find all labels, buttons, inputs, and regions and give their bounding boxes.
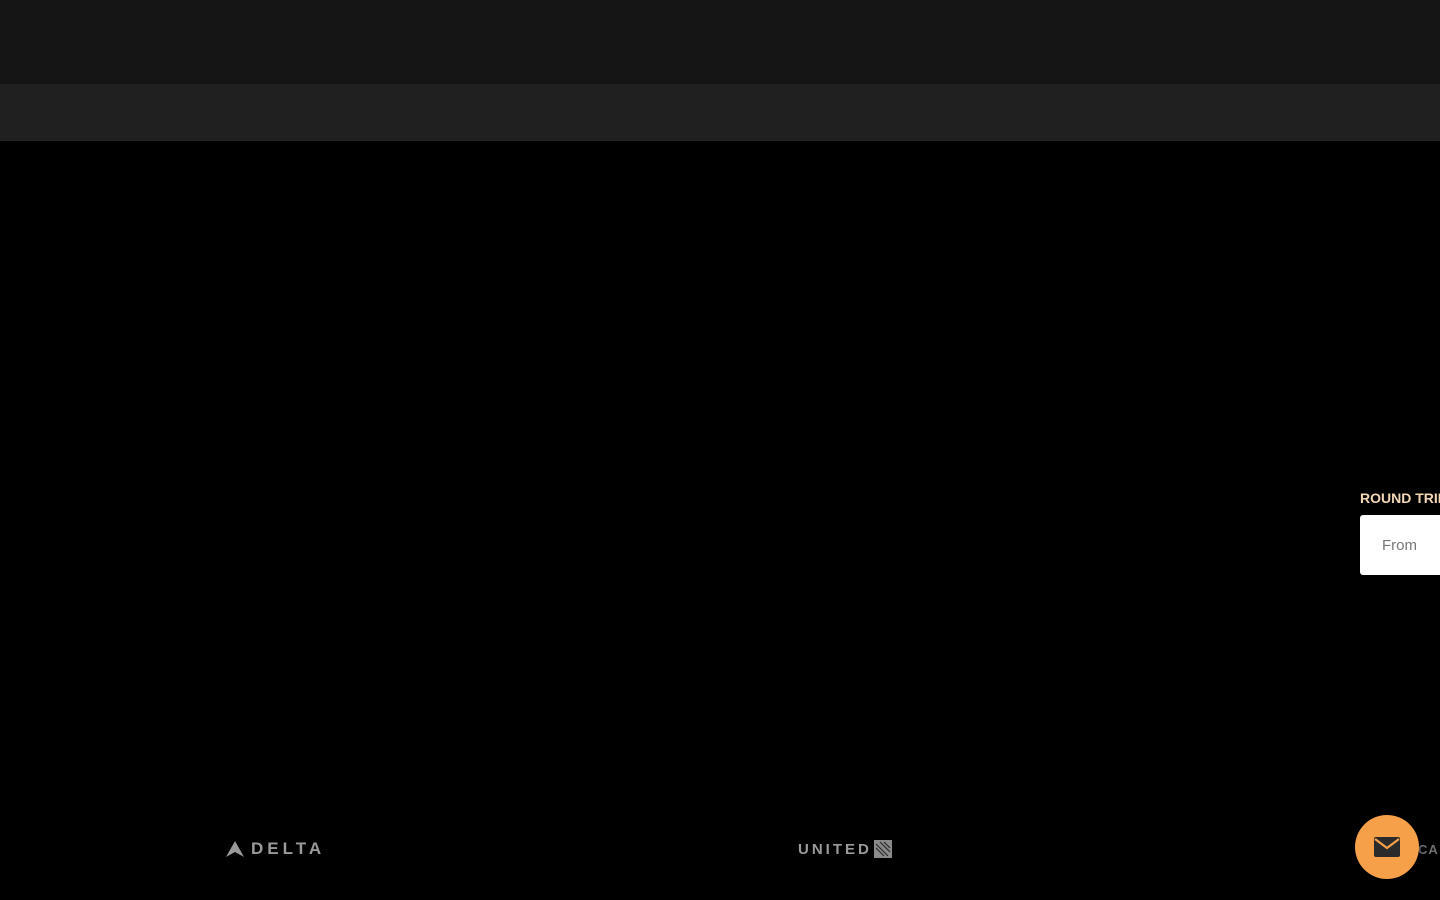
- united-globe-icon: [873, 840, 892, 858]
- airline-logo-strip: DELTA UNITED CA: [0, 830, 1440, 870]
- mail-icon: [1374, 837, 1400, 857]
- page: ROUND TRIP DELTA UNITED CA: [0, 0, 1440, 900]
- united-logo: UNITED: [798, 838, 892, 860]
- partial-airline-logo: CA: [1418, 838, 1439, 860]
- trip-type-label[interactable]: ROUND TRIP: [1360, 488, 1440, 508]
- from-input[interactable]: [1360, 515, 1440, 575]
- top-nav-bar: [0, 0, 1440, 84]
- sub-nav-bar: [0, 84, 1440, 141]
- from-field[interactable]: [1360, 515, 1440, 575]
- contact-chat-button[interactable]: [1355, 815, 1419, 879]
- united-wordmark: UNITED: [798, 840, 872, 858]
- hero-section: [0, 141, 1440, 900]
- delta-wordmark: DELTA: [251, 839, 326, 858]
- partial-airline-wordmark: CA: [1418, 841, 1439, 857]
- delta-triangle-icon: [226, 841, 244, 857]
- delta-logo: DELTA: [225, 838, 325, 860]
